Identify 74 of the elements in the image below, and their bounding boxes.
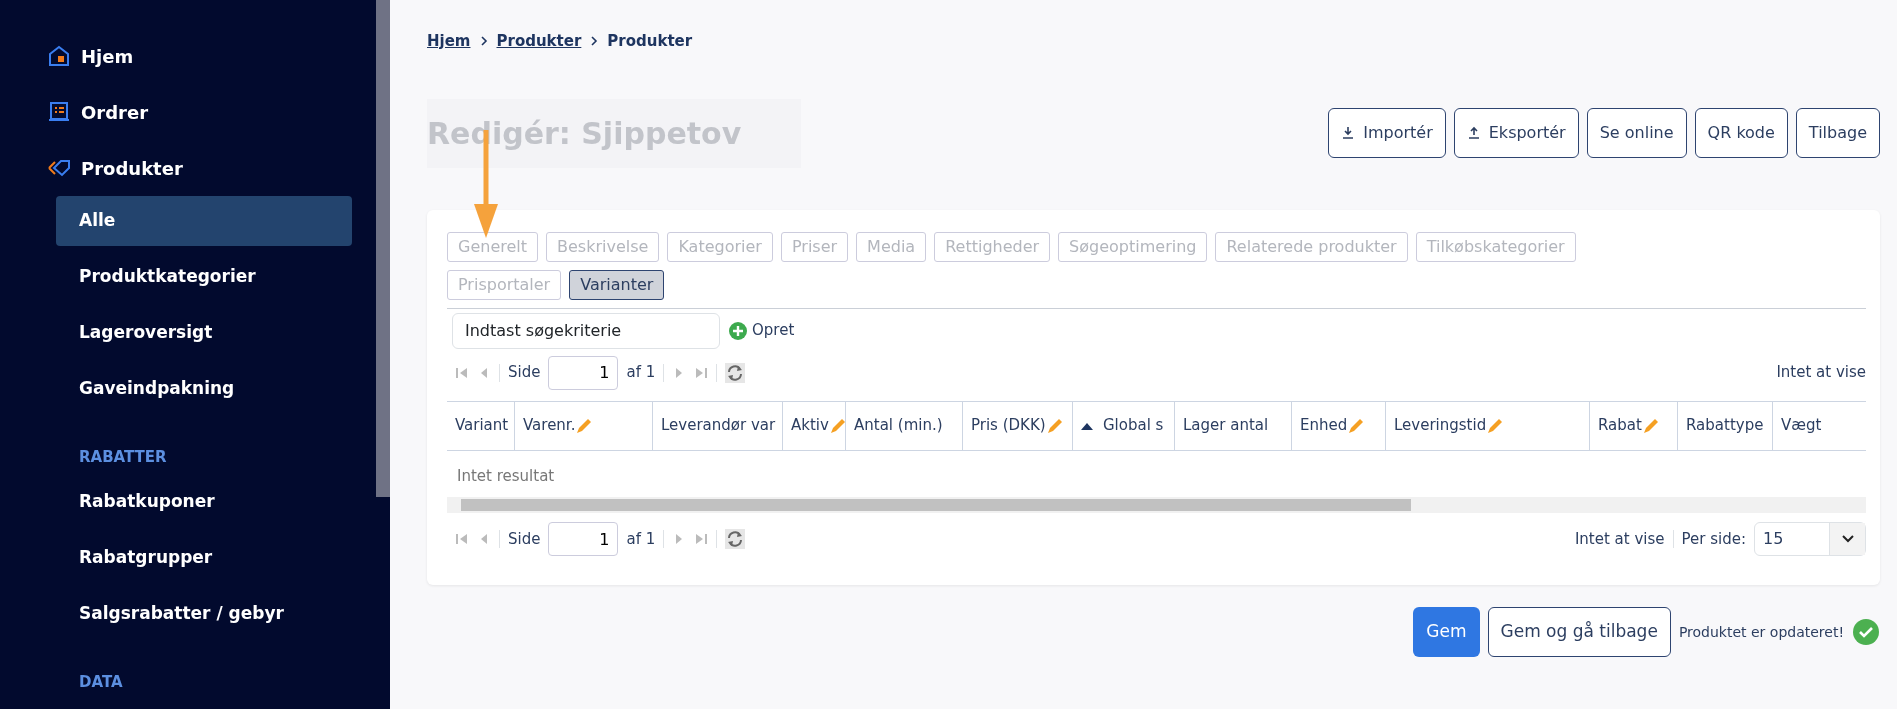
search-field[interactable]: Indtast søgekriterie bbox=[452, 312, 720, 349]
column-header[interactable]: Antal (min.) bbox=[846, 401, 963, 450]
toolbar-button[interactable]: Se online bbox=[1586, 108, 1687, 158]
create-link[interactable]: Opret bbox=[752, 319, 795, 342]
column-header[interactable]: Pris (DKK) bbox=[963, 401, 1073, 450]
breadcrumb-link[interactable]: Produkter bbox=[496, 30, 582, 53]
column-header[interactable]: Lager antal bbox=[1175, 401, 1292, 450]
check-circle-icon bbox=[1852, 618, 1880, 646]
column-header[interactable]: Enhed bbox=[1292, 401, 1386, 450]
pencil-icon bbox=[1347, 416, 1366, 435]
empty-message: Intet resultat bbox=[456, 465, 556, 487]
section-heading: RABATTER bbox=[78, 447, 168, 468]
page-input[interactable]: 1 bbox=[548, 522, 619, 556]
page-input[interactable]: 1 bbox=[548, 355, 619, 390]
chevron-right-icon bbox=[589, 35, 600, 48]
nav-item[interactable]: Salgsrabatter / gebyr bbox=[56, 588, 352, 639]
column-header[interactable]: Varenr. bbox=[515, 401, 653, 450]
pencil-icon bbox=[575, 416, 594, 435]
nav-label[interactable]: Produkter bbox=[81, 154, 183, 182]
toolbar-button[interactable]: Importér bbox=[1328, 108, 1446, 158]
sort-ascending-icon bbox=[1081, 421, 1093, 430]
breadcrumb-link[interactable]: Hjem bbox=[427, 30, 471, 53]
nav-label[interactable]: Hjem bbox=[81, 42, 134, 70]
refresh-icon[interactable] bbox=[725, 362, 746, 383]
column-header[interactable]: Leveringstid bbox=[1386, 401, 1590, 450]
pager-info: Intet at vise bbox=[1574, 528, 1665, 550]
status-message: Produktet er opdateret! bbox=[1678, 622, 1844, 642]
refresh-icon[interactable] bbox=[725, 529, 746, 549]
first-page-icon[interactable] bbox=[455, 365, 469, 380]
nav-item[interactable]: Lageroversigt bbox=[56, 308, 352, 358]
download-icon bbox=[1341, 126, 1356, 140]
tab[interactable]: Varianter bbox=[569, 269, 665, 300]
breadcrumb-current: Produkter bbox=[607, 31, 693, 52]
column-header[interactable]: Aktiv bbox=[783, 401, 846, 450]
column-header[interactable]: Variant bbox=[447, 401, 515, 450]
page-size-select[interactable]: 15 bbox=[1754, 522, 1866, 556]
nav-item[interactable]: Alle bbox=[56, 196, 352, 246]
pencil-icon bbox=[1486, 416, 1505, 435]
pencil-icon bbox=[828, 416, 845, 435]
nav-label[interactable]: Ordrer bbox=[81, 98, 149, 126]
column-header[interactable]: Rabattype bbox=[1678, 401, 1773, 450]
first-page-icon[interactable] bbox=[455, 532, 469, 546]
nav-item[interactable]: Gaveindpakning bbox=[56, 364, 352, 414]
pager-info: Intet at vise bbox=[1776, 362, 1866, 384]
chevron-right-icon bbox=[478, 35, 489, 48]
pencil-icon bbox=[1045, 416, 1064, 435]
scrollbar[interactable] bbox=[376, 0, 390, 497]
page-label: Side bbox=[508, 528, 541, 550]
horizontal-scrollbar[interactable] bbox=[447, 497, 1866, 513]
last-page-icon[interactable] bbox=[694, 365, 709, 380]
chevron-down-icon bbox=[1841, 535, 1854, 543]
toolbar-button[interactable]: Eksportér bbox=[1453, 108, 1579, 158]
column-header[interactable]: Rabat bbox=[1590, 401, 1678, 450]
page-count: af 1 bbox=[626, 528, 656, 550]
page-label: Side bbox=[508, 362, 541, 384]
page-count: af 1 bbox=[626, 362, 656, 384]
nav-item[interactable]: Produktkategorier bbox=[56, 252, 352, 302]
toolbar-button[interactable]: Tilbage bbox=[1795, 108, 1880, 158]
nav-item[interactable]: Rabatkuponer bbox=[56, 476, 352, 527]
plus-icon bbox=[728, 320, 748, 341]
column-header[interactable]: Leverandør var bbox=[653, 401, 783, 450]
home-icon bbox=[47, 44, 71, 68]
last-page-icon[interactable] bbox=[694, 532, 709, 546]
receipt-icon bbox=[47, 100, 71, 124]
per-page-label: Per side: bbox=[1681, 528, 1746, 550]
toolbar-button[interactable]: QR kode bbox=[1694, 108, 1788, 158]
column-header[interactable]: Vægt bbox=[1773, 401, 1866, 450]
save-and-back-button[interactable]: Gem og gå tilbage bbox=[1487, 607, 1671, 657]
save-button[interactable]: Gem bbox=[1413, 607, 1480, 657]
section-heading: DATA bbox=[78, 671, 124, 693]
nav-item[interactable]: Rabatgrupper bbox=[56, 532, 352, 583]
pencil-icon bbox=[1641, 416, 1660, 435]
column-header[interactable]: Global s bbox=[1073, 401, 1175, 450]
upload-icon bbox=[1466, 126, 1481, 140]
